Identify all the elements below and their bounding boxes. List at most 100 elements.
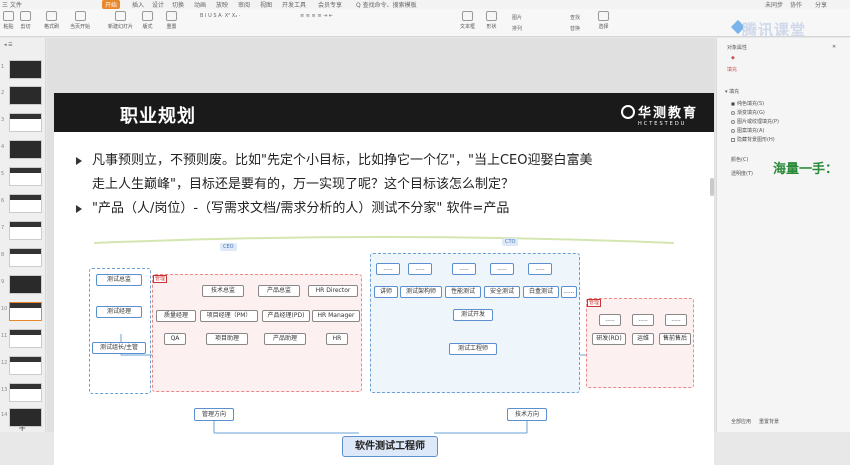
menu-design[interactable]: 设计 [152,0,164,9]
menu-member[interactable]: 会员专享 [318,0,342,9]
properties-panel: 对象属性 ✕ ◆ 填充 ▾ 填充 纯色填充(S) 渐变填充(G) 图片或纹理填充… [716,38,850,432]
test-career-group [89,268,151,394]
node-test-director: 测试总监 [96,274,142,286]
play-icon [74,11,86,21]
slide-thumbnail-4[interactable] [9,140,42,159]
new-slide-button[interactable]: 新建幻灯片 [108,11,133,30]
slide-thumbnail-8[interactable] [9,248,42,267]
slide-thumbnail-11[interactable] [9,329,42,348]
option-solid-fill[interactable]: 纯色填充(S) [731,100,764,107]
option-picture-fill[interactable]: 图片或纹理填充(P) [731,118,779,125]
node-hr-manager: HR Manager [312,310,360,322]
menu-slideshow[interactable]: 放映 [216,0,228,9]
reset-background-button[interactable]: 重置背景 [759,418,779,425]
paste-icon [3,11,14,21]
format-painter-button[interactable]: 格式刷 [44,11,59,30]
node-ops-placeholder: ..... [665,314,687,326]
menu-file[interactable]: 三 文件 [2,0,22,9]
paste-button[interactable]: 粘贴 [3,11,14,30]
from-start-button[interactable]: 当页开始 [70,11,90,30]
font-controls[interactable]: B I U S A· X² X₂ · [200,13,240,19]
slide-thumbnail-13[interactable] [9,383,42,402]
node-project-manager: 项目经理（PM） [200,310,258,322]
ribbon-toolbar: 粘贴 剪切 格式刷 当页开始 新建幻灯片 版式 重置 B I U S A· X²… [0,9,850,37]
menu-search[interactable]: Q 查找命令、搜索模板 [356,0,417,9]
color-label: 颜色(C) [731,157,749,163]
shape-button[interactable]: 形状 [486,11,497,30]
node-lecturer: 讲师 [374,286,398,298]
node-tech-placeholder: ..... [408,263,432,275]
node-test-lead: 测试组长/主管 [92,342,146,354]
sync-status[interactable]: 未同步 [765,0,783,9]
menu-animation[interactable]: 动画 [194,0,206,9]
radio-icon [731,101,735,106]
node-performance-test: 性能测试 [445,286,481,298]
checkbox-icon [731,137,735,142]
slide-thumbnail-3[interactable] [9,113,42,132]
brush-icon [46,11,57,21]
radio-icon [731,119,735,124]
menu-insert[interactable]: 插入 [132,0,144,9]
transparency-label: 透明度(T) [731,171,753,177]
slide-canvas: 职业规划 华测教育 HCTESTEDU 凡事预则立，不预则废。比如"先定个小目标… [47,38,715,465]
radio-icon [731,128,735,133]
picture-button[interactable]: 图片 [512,14,522,21]
slide-thumbnail-5[interactable] [9,167,42,186]
add-slide-icon[interactable]: + [18,423,26,434]
menu-home[interactable]: 开始 [102,0,121,9]
replace-button[interactable]: 替换 [570,25,580,32]
collab-button[interactable]: 协作 [790,0,802,9]
slide[interactable]: 职业规划 华测教育 HCTESTEDU 凡事预则立，不预则废。比如"先定个小目标… [54,93,714,465]
close-icon[interactable]: ✕ [832,44,836,50]
management-tag: 管理 [153,275,168,283]
menu-devtools[interactable]: 开发工具 [282,0,306,9]
node-qa: QA [164,333,186,345]
cursor-icon [598,11,609,21]
cto-tag: CTO [502,238,519,246]
paragraph-controls[interactable]: ≡ ≡ ≡ ≡ ⇥ ⇤ [300,13,333,19]
slide-thumbnail-7[interactable] [9,221,42,240]
slide-thumbnail-10[interactable] [9,302,42,321]
node-technical-direction: 技术方向 [507,408,547,421]
new-slide-icon [115,11,126,21]
fill-tab-icon[interactable]: ◆ [731,55,735,61]
fill-section-header[interactable]: ▾ 填充 [725,88,739,95]
node-test-architect: 测试架构师 [400,286,442,298]
node-ops-placeholder: ..... [599,314,621,326]
tab-fill[interactable]: 填充 [727,66,737,73]
layout-button[interactable]: 版式 [142,11,153,30]
select-button[interactable]: 选择 [598,11,609,30]
menu-review[interactable]: 审阅 [238,0,250,9]
thumb-number: 12 [1,360,8,366]
menu-bar: 三 文件 开始 插入 设计 切换 动画 放映 审阅 视图 开发工具 会员专享 Q… [0,0,850,9]
reset-button[interactable]: 重置 [166,11,177,30]
vertical-scrollbar[interactable] [710,178,714,196]
slide-thumbnail-6[interactable] [9,194,42,213]
slide-thumbnail-2[interactable] [9,86,42,105]
thumb-number: 2 [1,90,5,96]
slide-thumbnail-1[interactable] [9,60,42,79]
textbox-button[interactable]: 文本框 [460,11,475,30]
share-button[interactable]: 分享 [815,0,827,9]
node-hr-director: HR Director [308,285,358,297]
node-product-director: 产品总监 [258,285,300,297]
thumb-number: 9 [1,279,5,285]
node-ops: 运维 [632,333,654,345]
arrange-button[interactable]: 排列 [512,25,522,32]
menu-view[interactable]: 视图 [260,0,272,9]
panel-toggle-icon[interactable]: ◂ ☰ [4,42,13,48]
apply-all-button[interactable]: 全部应用 [731,418,751,425]
cut-button[interactable]: 剪切 [20,11,31,30]
slide-thumbnail-9[interactable] [9,275,42,294]
thumb-number: 11 [1,333,8,339]
find-button[interactable]: 查找 [570,14,580,21]
option-gradient-fill[interactable]: 渐变填充(G) [731,109,765,116]
option-hide-bg[interactable]: 隐藏背景图形(H) [731,136,775,143]
node-tech-placeholder: ..... [452,263,476,275]
radio-icon [731,110,735,115]
menu-transition[interactable]: 切换 [172,0,184,9]
slide-thumbnail-12[interactable] [9,356,42,375]
reset-icon [166,11,177,21]
option-pattern-fill[interactable]: 图案填充(A) [731,127,764,134]
thumb-number: 6 [1,198,5,204]
